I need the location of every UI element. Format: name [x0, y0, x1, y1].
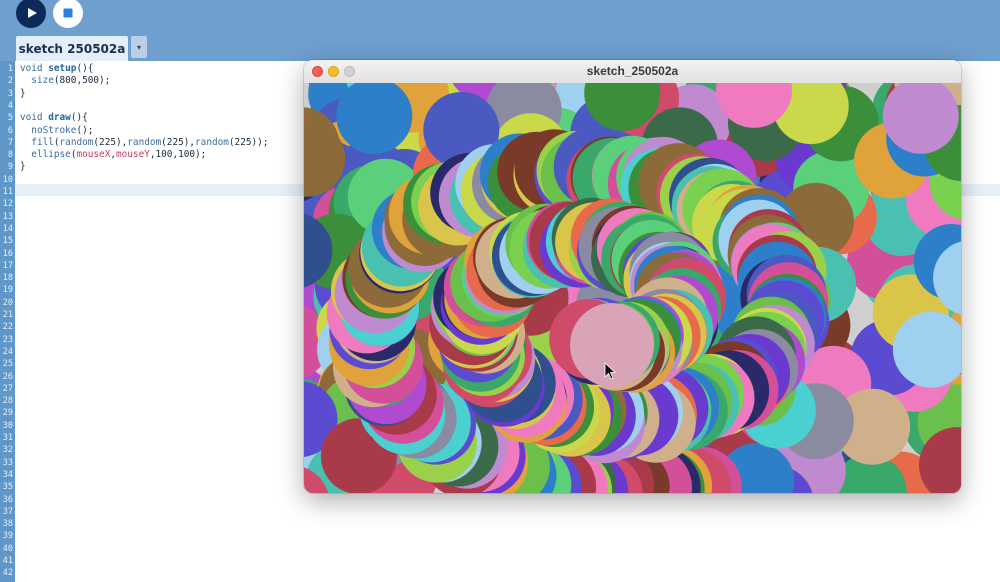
line-number: 15	[2, 236, 13, 247]
line-number: 39	[2, 531, 13, 542]
line-number: 11	[2, 187, 13, 197]
line-number: 8	[7, 150, 13, 161]
maximize-window-button[interactable]	[344, 66, 355, 77]
code-token: ,100,100);	[149, 149, 207, 161]
code-token: (225),	[93, 136, 128, 148]
line-number: 14	[2, 223, 13, 234]
tab-menu-button[interactable]: ▾	[131, 36, 147, 58]
line-number: 17	[2, 260, 13, 271]
toolbar: sketch 250502a ▾	[0, 0, 1000, 61]
code-token: void	[20, 112, 49, 124]
code-token: mouseY	[116, 149, 150, 161]
line-number-gutter: 1 2 3 4 5 6 7 8 9 10 11 12 13 14 15 16 17 18 19 20 21 22 23 24 2…	[0, 61, 15, 582]
line-number: 36	[2, 494, 13, 505]
code-token: }	[20, 87, 26, 99]
line-number: 37	[2, 506, 13, 517]
line-number: 30	[2, 420, 13, 431]
code-line: ellipse(mouseX,mouseY,100,100);	[20, 149, 206, 161]
code-token: mouseX	[76, 149, 111, 161]
code-token: void	[20, 63, 49, 74]
line-number: 34	[2, 469, 13, 480]
line-number: 35	[2, 482, 13, 493]
line-number: 38	[2, 519, 13, 530]
line-number: 28	[2, 396, 13, 407]
line-number: 2	[7, 76, 13, 87]
code-token: (){	[76, 63, 94, 74]
line-number: 42	[2, 568, 13, 579]
code-token: random	[127, 136, 162, 148]
code-token: noStroke	[31, 124, 77, 136]
code-token: (800,500);	[53, 75, 111, 87]
code-token: draw	[48, 112, 71, 124]
code-token: ();	[76, 124, 94, 136]
code-line: noStroke();	[20, 125, 93, 137]
stop-icon	[63, 8, 73, 18]
line-number: 25	[2, 359, 13, 370]
code-line: fill(random(225),random(225),random(225)…	[20, 137, 268, 149]
line-number: 40	[2, 543, 13, 554]
code-token: setup	[48, 63, 77, 74]
line-number: 7	[7, 137, 13, 148]
line-number: 1	[7, 64, 13, 74]
tab-label: sketch 250502a	[18, 41, 126, 56]
code-token: (225));	[228, 136, 269, 148]
code-token: fill	[31, 136, 54, 148]
window-title: sketch_250502a	[586, 64, 679, 78]
code-token: random	[195, 136, 229, 148]
code-line: void draw(){	[20, 112, 88, 124]
code-line: }	[20, 88, 26, 100]
line-number: 9	[7, 162, 13, 173]
minimize-window-button[interactable]	[328, 66, 339, 77]
ellipse	[570, 303, 654, 387]
run-button[interactable]	[16, 0, 46, 28]
line-number: 5	[7, 113, 13, 124]
line-number: 18	[2, 273, 13, 284]
code-line: size(800,500);	[20, 75, 110, 87]
line-number: 26	[2, 371, 13, 382]
line-number: 32	[2, 445, 13, 456]
code-line: void setup(){	[20, 63, 93, 75]
chevron-down-icon: ▾	[136, 42, 141, 52]
line-number: 20	[2, 297, 13, 308]
code-token: (225),	[161, 136, 196, 148]
line-number: 41	[2, 556, 13, 566]
code-line: }	[20, 161, 26, 173]
line-number: 19	[2, 285, 13, 296]
play-icon	[28, 8, 37, 18]
window-titlebar[interactable]: sketch_250502a	[304, 60, 961, 84]
tab-sketch[interactable]: sketch 250502a	[16, 36, 128, 61]
code-token: ellipse	[31, 149, 71, 161]
code-token: size	[31, 75, 54, 87]
line-number: 31	[2, 433, 13, 443]
stop-button[interactable]	[53, 0, 83, 28]
line-number: 13	[2, 211, 13, 222]
code-token: }	[20, 161, 26, 173]
code-token: (){	[70, 112, 88, 124]
line-number: 33	[2, 457, 13, 468]
line-number: 24	[2, 346, 13, 357]
line-number: 12	[2, 199, 13, 210]
line-number: 10	[2, 174, 13, 185]
line-number: 3	[7, 88, 13, 99]
line-number: 16	[2, 248, 13, 259]
code-token: random	[59, 136, 94, 148]
close-window-button[interactable]	[312, 66, 323, 77]
line-number: 29	[2, 408, 13, 419]
line-number: 22	[2, 322, 13, 333]
sketch-window[interactable]: sketch_250502a	[304, 60, 961, 493]
line-number: 6	[7, 125, 13, 136]
line-number: 23	[2, 334, 13, 345]
line-number: 4	[7, 100, 13, 111]
line-number: 27	[2, 383, 13, 394]
sketch-canvas[interactable]	[304, 83, 961, 493]
line-number: 21	[2, 310, 13, 320]
